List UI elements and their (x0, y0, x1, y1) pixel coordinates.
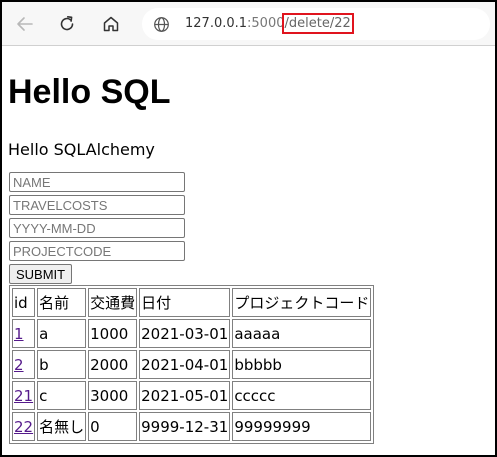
cell-travelcosts: 2000 (88, 350, 138, 379)
cell-travelcosts: 3000 (88, 381, 138, 410)
header-name: 名前 (37, 288, 87, 317)
cell-date: 2021-04-01 (139, 350, 231, 379)
reload-icon (60, 16, 74, 31)
browser-toolbar: 127.0.0.1:5000/delete/22 (2, 2, 495, 46)
date-input[interactable] (9, 218, 185, 238)
cell-projectcode: bbbbb (232, 350, 372, 379)
cell-projectcode: ccccc (232, 381, 372, 410)
browser-window: 127.0.0.1:5000/delete/22 Hello SQL Hello… (0, 0, 497, 457)
records-table: id 名前 交通費 日付 プロジェクトコード 1 a 1000 2021-03-… (9, 285, 375, 444)
cell-name: c (37, 381, 87, 410)
cell-date: 2021-03-01 (139, 319, 231, 348)
page-title: Hello SQL (8, 73, 171, 111)
url-path-highlighted: /delete/22 (281, 13, 354, 34)
cell-id: 2 (12, 350, 36, 379)
cell-travelcosts: 0 (88, 412, 138, 441)
url-host: 127.0.0.1 (185, 16, 248, 31)
home-icon (103, 16, 119, 32)
cell-name: a (37, 319, 87, 348)
address-bar[interactable]: 127.0.0.1:5000/delete/22 (142, 8, 490, 40)
entry-form: SUBMIT (8, 172, 493, 284)
cell-date: 2021-05-01 (139, 381, 231, 410)
travelcosts-input[interactable] (9, 195, 185, 215)
cell-id: 1 (12, 319, 36, 348)
page-subtitle: Hello SQLAlchemy (8, 140, 155, 159)
table-header-row: id 名前 交通費 日付 プロジェクトコード (12, 288, 372, 317)
table-row: 2 b 2000 2021-04-01 bbbbb (12, 350, 372, 379)
back-arrow-icon (17, 17, 33, 31)
cell-id: 21 (12, 381, 36, 410)
cell-projectcode: aaaaa (232, 319, 372, 348)
header-id: id (12, 288, 36, 317)
delete-link[interactable]: 21 (14, 387, 33, 405)
delete-link[interactable]: 2 (14, 356, 24, 374)
back-button[interactable] (13, 12, 37, 36)
header-projectcode: プロジェクトコード (232, 288, 372, 317)
cell-date: 9999-12-31 (139, 412, 231, 441)
home-button[interactable] (99, 12, 123, 36)
table-row: 22 名無し 0 9999-12-31 99999999 (12, 412, 372, 441)
url-port: :5000 (247, 16, 285, 31)
reload-button[interactable] (55, 12, 79, 36)
url-text[interactable]: 127.0.0.1:5000/delete/22 (185, 13, 354, 34)
table-row: 1 a 1000 2021-03-01 aaaaa (12, 319, 372, 348)
globe-icon (154, 17, 169, 32)
cell-id: 22 (12, 412, 36, 441)
header-date: 日付 (139, 288, 231, 317)
delete-link[interactable]: 1 (14, 325, 24, 343)
cell-name: 名無し (37, 412, 87, 441)
submit-button[interactable]: SUBMIT (9, 264, 73, 284)
table-row: 21 c 3000 2021-05-01 ccccc (12, 381, 372, 410)
delete-link[interactable]: 22 (14, 418, 33, 436)
name-input[interactable] (9, 172, 185, 192)
cell-travelcosts: 1000 (88, 319, 138, 348)
header-travelcosts: 交通費 (88, 288, 138, 317)
cell-projectcode: 99999999 (232, 412, 372, 441)
projectcode-input[interactable] (9, 241, 185, 261)
page-content: Hello SQL Hello SQLAlchemy SUBMIT id 名前 … (8, 46, 493, 444)
cell-name: b (37, 350, 87, 379)
